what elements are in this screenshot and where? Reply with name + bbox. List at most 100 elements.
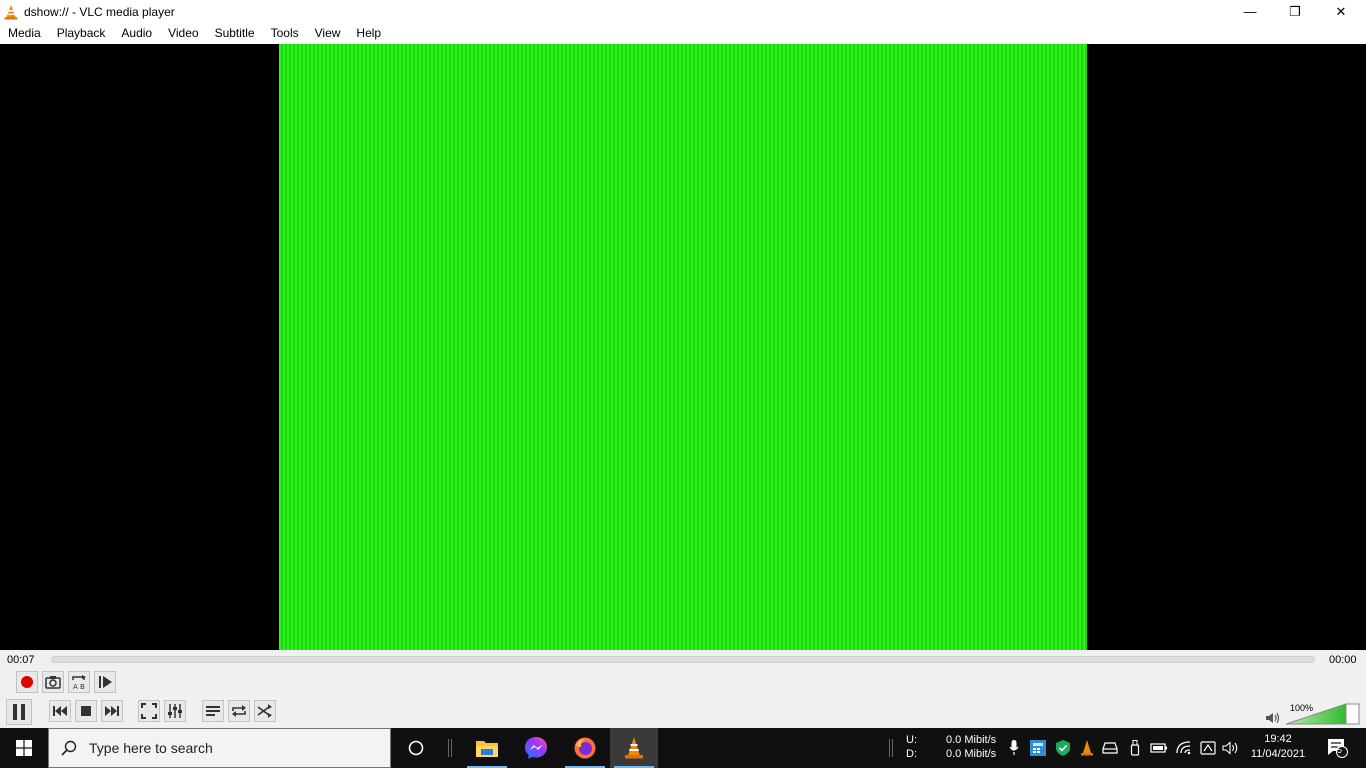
record-button[interactable] bbox=[16, 671, 38, 693]
frame-step-icon bbox=[99, 676, 112, 688]
close-button[interactable]: ✕ bbox=[1318, 0, 1364, 23]
loop-icon bbox=[232, 705, 246, 717]
stop-button[interactable] bbox=[75, 700, 97, 722]
extended-settings-button[interactable] bbox=[164, 700, 186, 722]
snapshot-button[interactable] bbox=[42, 671, 64, 693]
fullscreen-button[interactable] bbox=[138, 700, 160, 722]
net-down-label: D: bbox=[906, 748, 917, 760]
tray-vlc[interactable] bbox=[1078, 728, 1096, 768]
player-controls: 00:07 00:00 AB 100% bbox=[0, 650, 1366, 728]
next-button[interactable] bbox=[101, 700, 123, 722]
taskbar: Type here to search U: D: 0.0 Mibit/s 0.… bbox=[0, 728, 1366, 768]
previous-icon bbox=[53, 706, 67, 716]
shuffle-button[interactable] bbox=[254, 700, 276, 722]
search-icon bbox=[61, 740, 77, 756]
divider-icon bbox=[448, 739, 452, 757]
clock-date: 11/04/2021 bbox=[1250, 748, 1306, 760]
menu-playback[interactable]: Playback bbox=[49, 23, 114, 44]
taskbar-vlc[interactable] bbox=[610, 728, 658, 768]
minimize-button[interactable]: — bbox=[1227, 0, 1273, 23]
vlc-cone-icon bbox=[4, 4, 18, 19]
net-down-value: 0.0 Mibit/s bbox=[946, 748, 997, 760]
tray-keyboard[interactable] bbox=[1198, 728, 1218, 768]
volume-percent: 100% bbox=[1290, 703, 1314, 713]
menu-media[interactable]: Media bbox=[0, 23, 49, 44]
tray-volume[interactable] bbox=[1221, 728, 1241, 768]
video-output[interactable] bbox=[0, 44, 1366, 650]
vlc-cone-icon bbox=[1081, 740, 1093, 756]
playlist-button[interactable] bbox=[202, 700, 224, 722]
pause-icon bbox=[13, 704, 25, 720]
svg-text:A: A bbox=[73, 683, 78, 690]
action-center-button[interactable]: 5 bbox=[1318, 728, 1358, 768]
playlist-icon bbox=[206, 706, 220, 716]
taskbar-messenger[interactable] bbox=[512, 728, 560, 768]
total-time[interactable]: 00:00 bbox=[1329, 654, 1357, 666]
ab-loop-icon: AB bbox=[72, 675, 86, 690]
cortana-circle-icon bbox=[408, 740, 424, 756]
shuffle-icon bbox=[257, 704, 272, 718]
tray-app-blue[interactable] bbox=[1029, 728, 1047, 768]
next-icon bbox=[105, 706, 119, 716]
task-view-separator bbox=[440, 728, 460, 768]
net-up-value: 0.0 Mibit/s bbox=[946, 734, 997, 746]
seek-bar[interactable] bbox=[51, 656, 1315, 663]
menu-subtitle[interactable]: Subtitle bbox=[207, 23, 263, 44]
shield-check-icon bbox=[1056, 740, 1070, 756]
menu-tools[interactable]: Tools bbox=[263, 23, 307, 44]
fullscreen-icon bbox=[141, 703, 157, 719]
hard-drive-icon bbox=[1102, 742, 1118, 754]
tray-microphone[interactable] bbox=[1006, 728, 1022, 768]
menu-audio[interactable]: Audio bbox=[113, 23, 160, 44]
notification-count: 5 bbox=[1337, 745, 1343, 755]
cortana-button[interactable] bbox=[392, 728, 440, 768]
extended-settings-icon bbox=[168, 704, 182, 718]
search-placeholder: Type here to search bbox=[89, 740, 213, 756]
battery-charging-icon bbox=[1150, 743, 1167, 753]
microphone-icon bbox=[1009, 740, 1019, 755]
tray-drive[interactable] bbox=[1101, 728, 1119, 768]
previous-button[interactable] bbox=[49, 700, 71, 722]
minimize-icon: — bbox=[1243, 4, 1257, 19]
taskbar-clock[interactable]: 19:42 11/04/2021 bbox=[1246, 732, 1310, 762]
vlc-cone-icon bbox=[625, 737, 643, 759]
taskbar-firefox[interactable] bbox=[561, 728, 609, 768]
clock-time: 19:42 bbox=[1264, 733, 1292, 745]
title-bar: dshow:// - VLC media player — ❐ ✕ bbox=[0, 0, 1366, 23]
pause-button[interactable] bbox=[6, 699, 32, 725]
close-icon: ✕ bbox=[1335, 3, 1347, 19]
touch-keyboard-icon bbox=[1200, 741, 1216, 755]
stop-icon bbox=[81, 706, 91, 716]
folder-icon bbox=[476, 741, 498, 757]
tray-wifi[interactable] bbox=[1174, 728, 1194, 768]
video-frame bbox=[279, 44, 1087, 650]
elapsed-time: 00:07 bbox=[7, 654, 35, 666]
tray-usb[interactable] bbox=[1127, 728, 1143, 768]
speaker-icon[interactable] bbox=[1265, 711, 1281, 725]
window-title: dshow:// - VLC media player bbox=[24, 4, 175, 19]
snapshot-icon bbox=[45, 676, 61, 689]
windows-logo-icon bbox=[16, 740, 32, 756]
ab-loop-button[interactable]: AB bbox=[68, 671, 90, 693]
maximize-button[interactable]: ❐ bbox=[1272, 0, 1318, 23]
taskbar-file-explorer[interactable] bbox=[463, 728, 511, 768]
restore-icon: ❐ bbox=[1289, 3, 1301, 19]
tray-separator bbox=[887, 728, 895, 768]
tray-battery[interactable] bbox=[1149, 728, 1169, 768]
tray-defender[interactable] bbox=[1054, 728, 1072, 768]
menu-video[interactable]: Video bbox=[160, 23, 206, 44]
menu-bar: Media Playback Audio Video Subtitle Tool… bbox=[0, 23, 1366, 44]
record-icon bbox=[21, 676, 33, 688]
taskbar-search-box[interactable]: Type here to search bbox=[48, 728, 391, 768]
wifi-icon bbox=[1176, 741, 1191, 755]
divider-icon bbox=[888, 739, 893, 757]
frame-step-button[interactable] bbox=[94, 671, 116, 693]
menu-help[interactable]: Help bbox=[348, 23, 389, 44]
start-button[interactable] bbox=[0, 728, 48, 768]
vlc-window: dshow:// - VLC media player — ❐ ✕ Media … bbox=[0, 0, 1366, 728]
messenger-icon bbox=[525, 737, 547, 759]
speaker-icon bbox=[1222, 741, 1238, 755]
svg-text:B: B bbox=[80, 683, 85, 690]
loop-button[interactable] bbox=[228, 700, 250, 722]
menu-view[interactable]: View bbox=[307, 23, 349, 44]
